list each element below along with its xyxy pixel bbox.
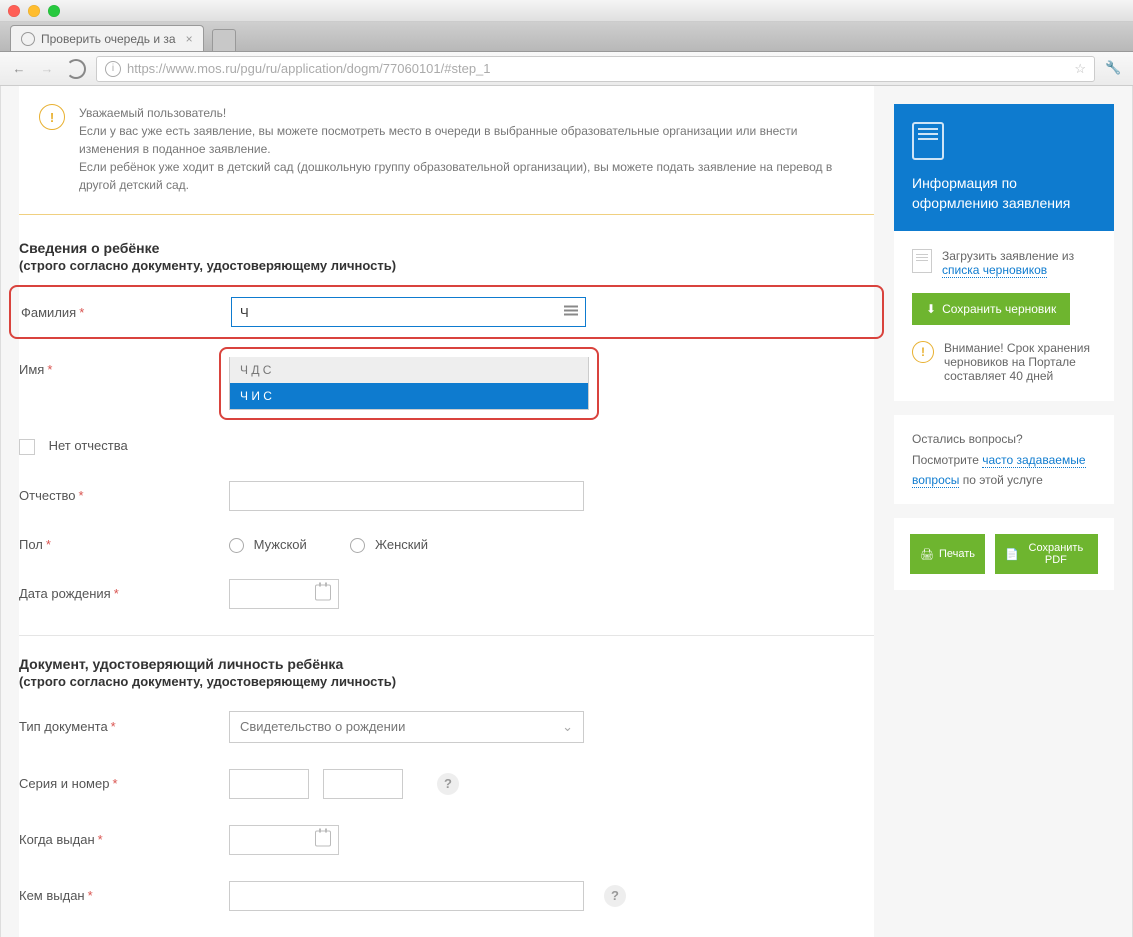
- issued-by-input[interactable]: [229, 881, 584, 911]
- browser-menu-icon[interactable]: 🔧: [1105, 60, 1123, 78]
- surname-input[interactable]: [231, 297, 586, 327]
- minimize-window-icon[interactable]: [28, 5, 40, 17]
- sidebar-header-title: Информация по оформлению заявления: [912, 174, 1096, 213]
- section-child-title: Сведения о ребёнке: [19, 240, 874, 256]
- bookmark-star-icon[interactable]: ☆: [1074, 61, 1086, 77]
- save-draft-button[interactable]: ⬇ Сохранить черновик: [912, 293, 1070, 325]
- close-window-icon[interactable]: [8, 5, 20, 17]
- forward-button[interactable]: →: [38, 61, 56, 76]
- patronymic-label: Отчество*: [19, 488, 229, 503]
- close-tab-icon[interactable]: ×: [186, 32, 193, 46]
- url-field[interactable]: i https://www.mos.ru/pgu/ru/application/…: [96, 56, 1095, 82]
- gender-female-label: Женский: [375, 537, 428, 552]
- window-traffic-lights: [0, 0, 1133, 22]
- gender-male-radio[interactable]: [229, 538, 244, 553]
- series-input[interactable]: [229, 769, 309, 799]
- doctype-label: Тип документа*: [19, 719, 229, 734]
- draft-warning-text: Внимание! Срок хранения черновиков на По…: [944, 341, 1096, 383]
- name-label: Имя*: [19, 362, 229, 377]
- browser-tab[interactable]: Проверить очередь и за ×: [10, 25, 204, 51]
- gender-female-radio[interactable]: [350, 538, 365, 553]
- patronymic-input[interactable]: [229, 481, 584, 511]
- chevron-down-icon: ⌄: [562, 719, 573, 735]
- section-doc-subtitle: (строго согласно документу, удостоверяющ…: [19, 674, 874, 689]
- site-info-icon[interactable]: i: [105, 61, 121, 77]
- issued-by-label: Кем выдан*: [19, 888, 229, 903]
- back-button[interactable]: ←: [10, 61, 28, 76]
- drafts-link[interactable]: списка черновиков: [942, 263, 1047, 278]
- list-icon[interactable]: [564, 304, 578, 321]
- browser-addressbar: ← → i https://www.mos.ru/pgu/ru/applicat…: [0, 52, 1133, 86]
- save-pdf-button[interactable]: 📄 Сохранить PDF: [995, 534, 1098, 574]
- surname-label: Фамилия*: [21, 305, 231, 320]
- sidebar-header: Информация по оформлению заявления: [894, 104, 1114, 231]
- doctype-select[interactable]: Свидетельство о рождении ⌄: [229, 711, 584, 743]
- issued-date-label: Когда выдан*: [19, 832, 229, 847]
- gender-label: Пол*: [19, 537, 229, 552]
- faq-text: Посмотрите часто задаваемые вопросы по э…: [912, 450, 1096, 491]
- faq-heading: Остались вопросы?: [912, 429, 1096, 449]
- info-icon: !: [39, 104, 65, 130]
- print-icon: 🖨: [920, 548, 934, 561]
- help-icon[interactable]: ?: [604, 885, 626, 907]
- print-button[interactable]: 🖨 Печать: [910, 534, 985, 574]
- calendar-icon[interactable]: [315, 830, 331, 849]
- tab-title: Проверить очередь и за: [41, 32, 176, 46]
- surname-highlight: Фамилия*: [9, 285, 884, 339]
- section-doc-title: Документ, удостоверяющий личность ребёнк…: [19, 656, 874, 672]
- no-patronymic-label: Нет отчества: [49, 438, 128, 453]
- no-patronymic-checkbox[interactable]: [19, 439, 35, 455]
- download-icon: ⬇: [926, 302, 936, 316]
- globe-icon: [21, 32, 35, 46]
- help-icon[interactable]: ?: [437, 773, 459, 795]
- notice-text: Уважаемый пользователь! Если у вас уже е…: [79, 104, 854, 194]
- section-child-subtitle: (строго согласно документу, удостоверяющ…: [19, 258, 874, 273]
- calendar-icon[interactable]: [315, 584, 331, 603]
- name-autocomplete-highlight: Ч Д С Ч И С: [219, 347, 599, 420]
- warning-icon: !: [912, 341, 934, 363]
- document-icon: [912, 122, 944, 160]
- autocomplete-item-selected[interactable]: Ч И С: [230, 383, 588, 409]
- gender-male-label: Мужской: [254, 537, 307, 552]
- new-tab-button[interactable]: [212, 29, 236, 51]
- autocomplete-item[interactable]: Ч Д С: [230, 357, 588, 383]
- url-text: https://www.mos.ru/pgu/ru/application/do…: [127, 61, 491, 76]
- draft-doc-icon: [912, 249, 932, 273]
- pdf-icon: 📄: [1005, 548, 1019, 561]
- maximize-window-icon[interactable]: [48, 5, 60, 17]
- reload-icon[interactable]: [66, 59, 86, 79]
- birthdate-label: Дата рождения*: [19, 586, 229, 601]
- load-draft-text: Загрузить заявление из списка черновиков: [942, 249, 1096, 277]
- browser-tabbar: Проверить очередь и за ×: [0, 22, 1133, 52]
- series-label: Серия и номер*: [19, 776, 229, 791]
- number-input[interactable]: [323, 769, 403, 799]
